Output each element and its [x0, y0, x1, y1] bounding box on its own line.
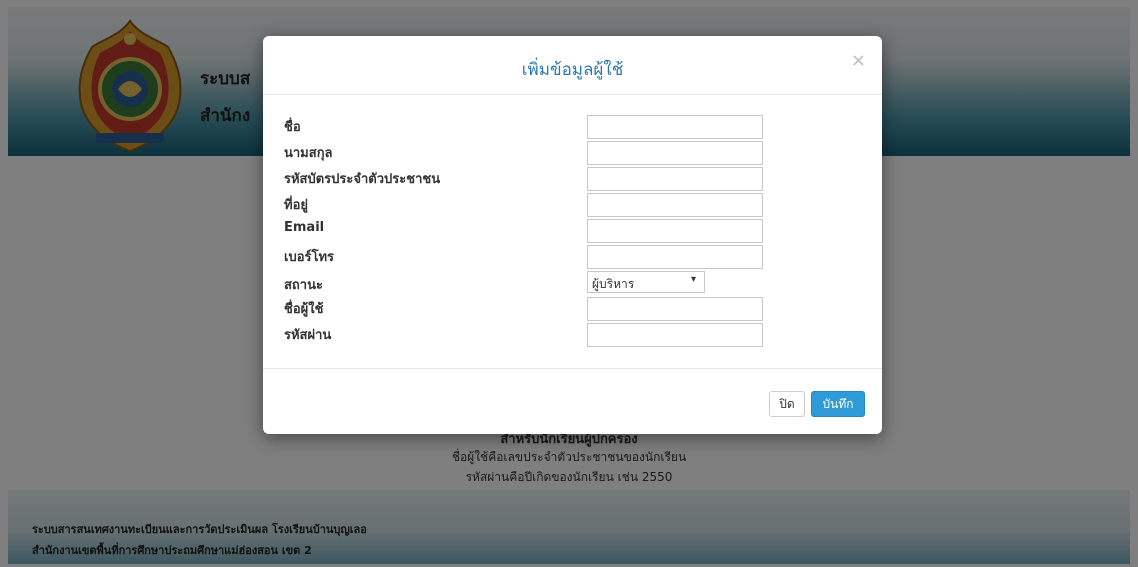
address-input[interactable]: [587, 193, 763, 217]
status-select-value: ผู้บริหาร: [592, 277, 635, 291]
password-label: รหัสผ่าน: [284, 328, 332, 343]
modal-footer: ปิด บันทึก: [263, 368, 882, 435]
address-label: ที่อยู่: [284, 198, 308, 213]
first-name-label: ชื่อ: [284, 120, 301, 135]
modal-title: เพิ่มข้อมูลผู้ใช้: [521, 60, 624, 80]
email-label: Email: [284, 220, 325, 235]
password-input[interactable]: [587, 323, 763, 347]
phone-input[interactable]: [587, 245, 763, 269]
first-name-input[interactable]: [587, 115, 763, 139]
phone-label: เบอร์โทร: [284, 250, 335, 265]
close-icon[interactable]: ×: [851, 50, 866, 71]
last-name-label: นามสกุล: [284, 146, 333, 161]
modal-header: เพิ่มข้อมูลผู้ใช้ ×: [263, 36, 882, 95]
last-name-input[interactable]: [587, 141, 763, 165]
status-select[interactable]: ผู้บริหาร ▾: [587, 271, 705, 293]
citizen-id-label: รหัสบัตรประจำตัวประชาชน: [284, 172, 441, 187]
status-label: สถานะ: [284, 278, 323, 293]
save-button[interactable]: บันทึก: [811, 391, 865, 417]
chevron-down-icon: ▾: [690, 274, 696, 285]
citizen-id-input[interactable]: [587, 167, 763, 191]
add-user-modal: เพิ่มข้อมูลผู้ใช้ × ชื่อ นามสกุล รหัสบัต…: [263, 36, 882, 434]
username-label: ชื่อผู้ใช้: [284, 302, 324, 317]
username-input[interactable]: [587, 297, 763, 321]
email-input[interactable]: [587, 219, 763, 243]
close-button[interactable]: ปิด: [769, 391, 805, 417]
